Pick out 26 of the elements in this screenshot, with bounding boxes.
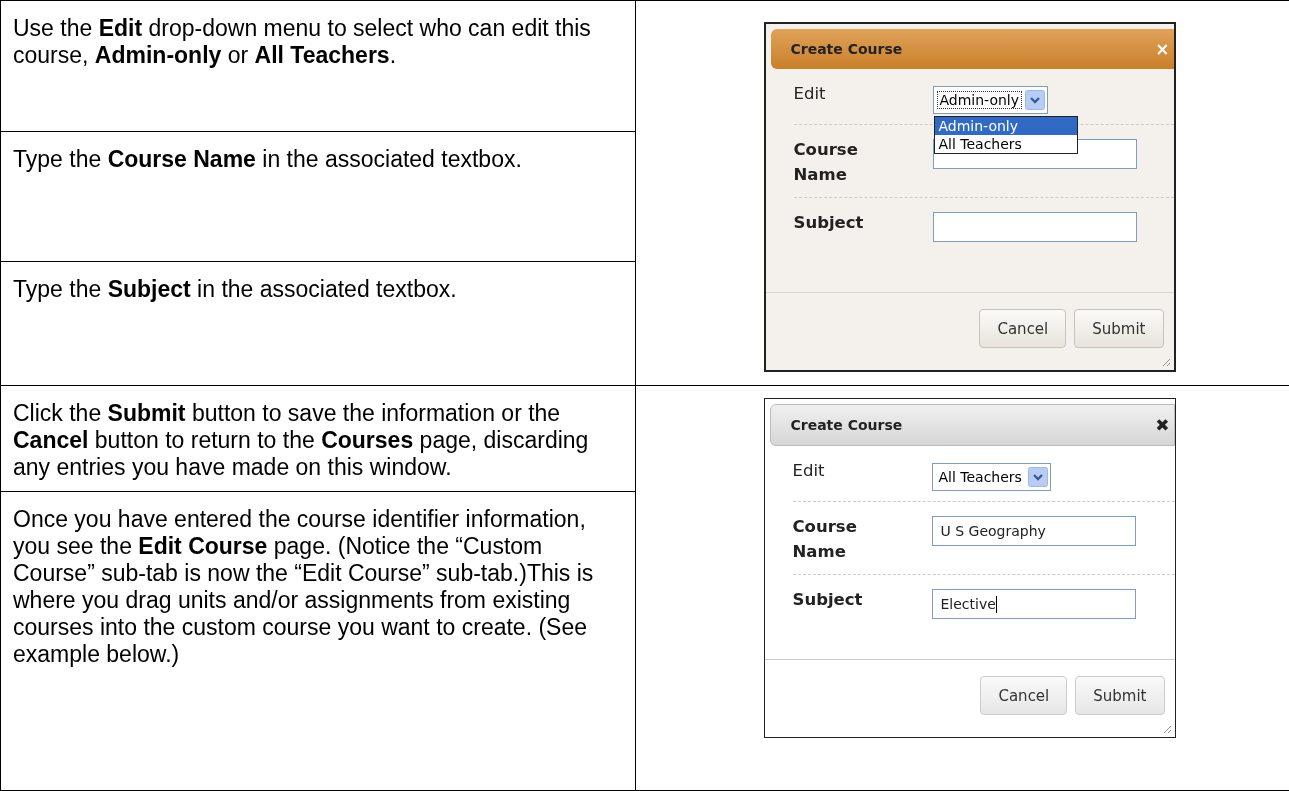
instruction-text: Click the Submit button to save the information or the Cancel button to return to the Courses page, discarding any entries you have made on this window. <box>13 400 589 480</box>
instruction-text: Type the Subject in the associated textbox. <box>13 276 457 302</box>
close-icon[interactable]: ✖ <box>1155 415 1170 435</box>
field-label: Course Name <box>792 516 858 563</box>
dialog-button[interactable]: Submit <box>1074 309 1164 348</box>
resize-grip-icon[interactable] <box>1160 357 1171 367</box>
subject-field[interactable] <box>932 212 1137 242</box>
dialog-button[interactable]: Cancel <box>980 676 1068 715</box>
field-label: Subject <box>793 212 865 234</box>
dialog-title: Create Course <box>790 417 903 433</box>
dialog-button[interactable]: Cancel <box>979 309 1067 348</box>
instruction-text: Once you have entered the course identifier information, you see the Edit Course page. (Notice the “Custom Course” sub-tab is now the “Edit Course” sub-tab.)This is where you drag units and/or assignments from existing courses into the custom course you want to create. (See example below.) <box>13 506 594 667</box>
subject-field[interactable]: Elective <box>931 589 1136 619</box>
dialog-button[interactable]: Submit <box>1075 676 1165 715</box>
dropdown-option[interactable]: All Teachers <box>934 135 1077 153</box>
edit-dropdown[interactable]: All Teachers <box>931 463 1051 491</box>
dropdown-option[interactable]: Admin-only <box>934 117 1077 135</box>
field-label: Course Name <box>793 139 859 186</box>
field-label: Subject <box>792 589 864 611</box>
course-name-field[interactable]: U S Geography <box>931 516 1136 546</box>
instruction-text: Type the Course Name in the associated textbox. <box>13 146 522 172</box>
field-label: Edit <box>793 83 827 105</box>
dialog-title: Create Course <box>790 41 903 57</box>
field-label: Edit <box>792 460 826 482</box>
resize-grip-icon[interactable] <box>1161 724 1172 734</box>
instruction-text: Use the Edit drop-down menu to select who can edit this course, Admin-only or All Teachers. <box>13 15 591 68</box>
